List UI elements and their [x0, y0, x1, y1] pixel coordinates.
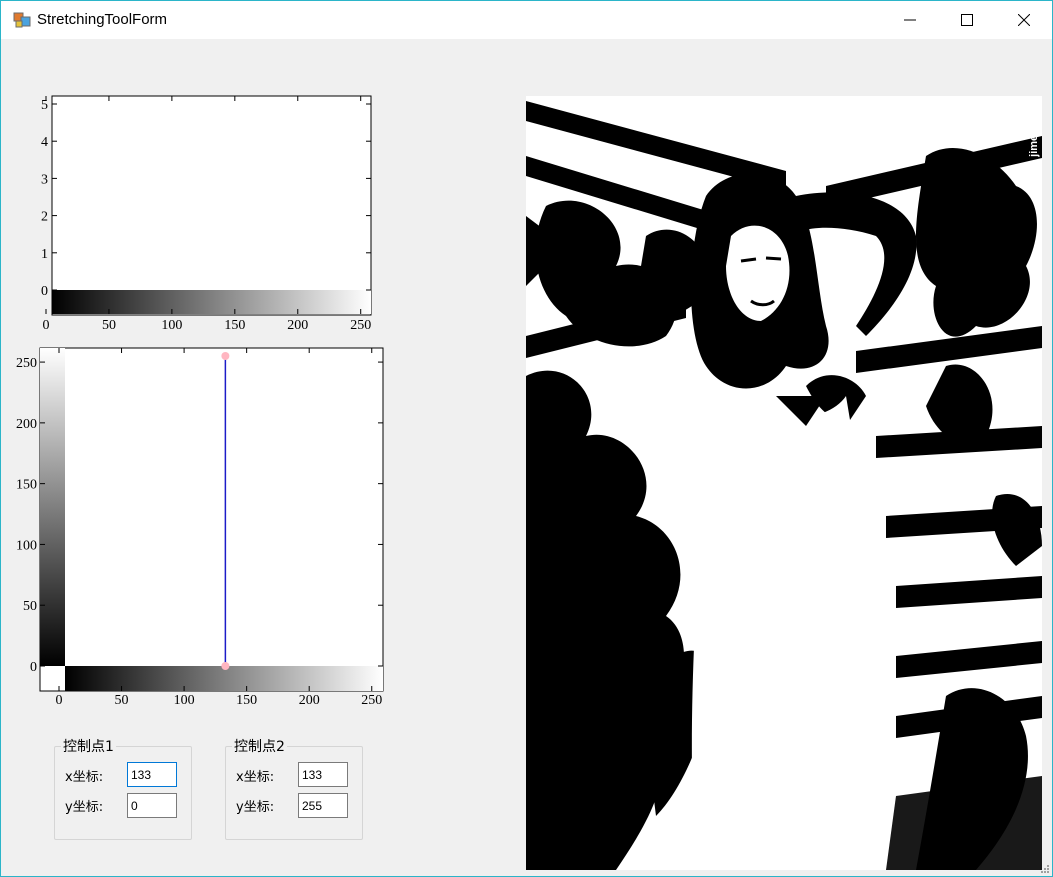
histogram-x-tick-label: 150 [224, 318, 245, 333]
control-point-2-title: 控制点2 [232, 736, 287, 756]
cp1-x-input[interactable] [127, 762, 177, 787]
cp1-x-label: x坐标: [65, 770, 104, 785]
histogram-chart: 5432100 50 100 150 200 250 [41, 95, 372, 333]
maximize-icon [961, 14, 973, 26]
control-point-1-group: 控制点1 x坐标: y坐标: [54, 736, 192, 840]
curve-x-tick-label: 200 [299, 693, 320, 708]
output-image: jimeise.net [526, 96, 1042, 870]
curve-x-tick-label: 150 [236, 693, 257, 708]
histogram-x-tick-label: 200 [287, 318, 308, 333]
curve-x-tick-label: 0 [56, 693, 63, 708]
curve-y-tick-label: 0 [30, 660, 37, 675]
histogram-x-tick-label: 250 [350, 318, 371, 333]
maximize-button[interactable] [938, 1, 996, 39]
curve-y-tick-label: 250 [16, 356, 37, 371]
histogram-x-tick-label: 50 [102, 318, 116, 333]
image-watermark: jimeise.net [1028, 100, 1040, 157]
control-point-1-title: 控制点1 [61, 736, 116, 756]
thresholded-photo [526, 96, 1042, 870]
curve-y-tick-label: 50 [23, 599, 37, 614]
control-point-handle[interactable] [221, 352, 230, 360]
histogram-y-tick-label: 5 [41, 98, 48, 113]
control-point-handle[interactable] [221, 662, 230, 670]
histogram-y-tick-label: 3 [41, 172, 48, 187]
histogram-y-tick-label: 1 [41, 247, 48, 262]
resize-grip-icon[interactable] [1040, 864, 1050, 874]
cp2-y-label: y坐标: [236, 800, 275, 815]
curve-y-tick-label: 100 [16, 538, 37, 553]
cp2-x-input[interactable] [298, 762, 348, 787]
cp2-y-input[interactable] [298, 793, 348, 818]
stretch-curve-chart[interactable]: 250 200 150 100 50 0 0 50 100 150 200 250 [1, 336, 401, 716]
histogram-y-tick-label: 4 [41, 135, 48, 150]
minimize-button[interactable] [881, 1, 939, 39]
cp1-y-label: y坐标: [65, 800, 104, 815]
histogram-x-tick-label: 0 [43, 318, 50, 333]
cp1-y-input[interactable] [127, 793, 177, 818]
curve-y-tick-label: 200 [16, 417, 37, 432]
curve-plot-area [39, 347, 384, 692]
histogram-plot-area [51, 95, 372, 316]
histogram-x-tick-label: 100 [161, 318, 182, 333]
histogram-gray-gradient [52, 290, 371, 314]
window-title: StretchingToolForm [37, 11, 168, 28]
curve-x-tick-label: 250 [361, 693, 382, 708]
close-icon [1018, 14, 1030, 26]
minimize-icon [904, 19, 916, 21]
control-point-2-group: 控制点2 x坐标: y坐标: [225, 736, 363, 840]
stretching-tool-window: StretchingToolForm 5 4 3 2 1 0 0 50 100 150 2… [0, 0, 1053, 877]
curve-gray-gradient-y [40, 348, 65, 666]
curve-x-tick-label: 100 [174, 693, 195, 708]
cp2-x-label: x坐标: [236, 770, 275, 785]
app-icon [13, 12, 31, 28]
histogram-y-tick-label: 0 [41, 284, 48, 299]
histogram-y-tick-label: 2 [41, 210, 48, 225]
curve-y-tick-label: 150 [16, 478, 37, 493]
close-button[interactable] [995, 1, 1053, 39]
title-bar[interactable]: StretchingToolForm [1, 1, 1052, 39]
curve-x-tick-label: 50 [115, 693, 129, 708]
